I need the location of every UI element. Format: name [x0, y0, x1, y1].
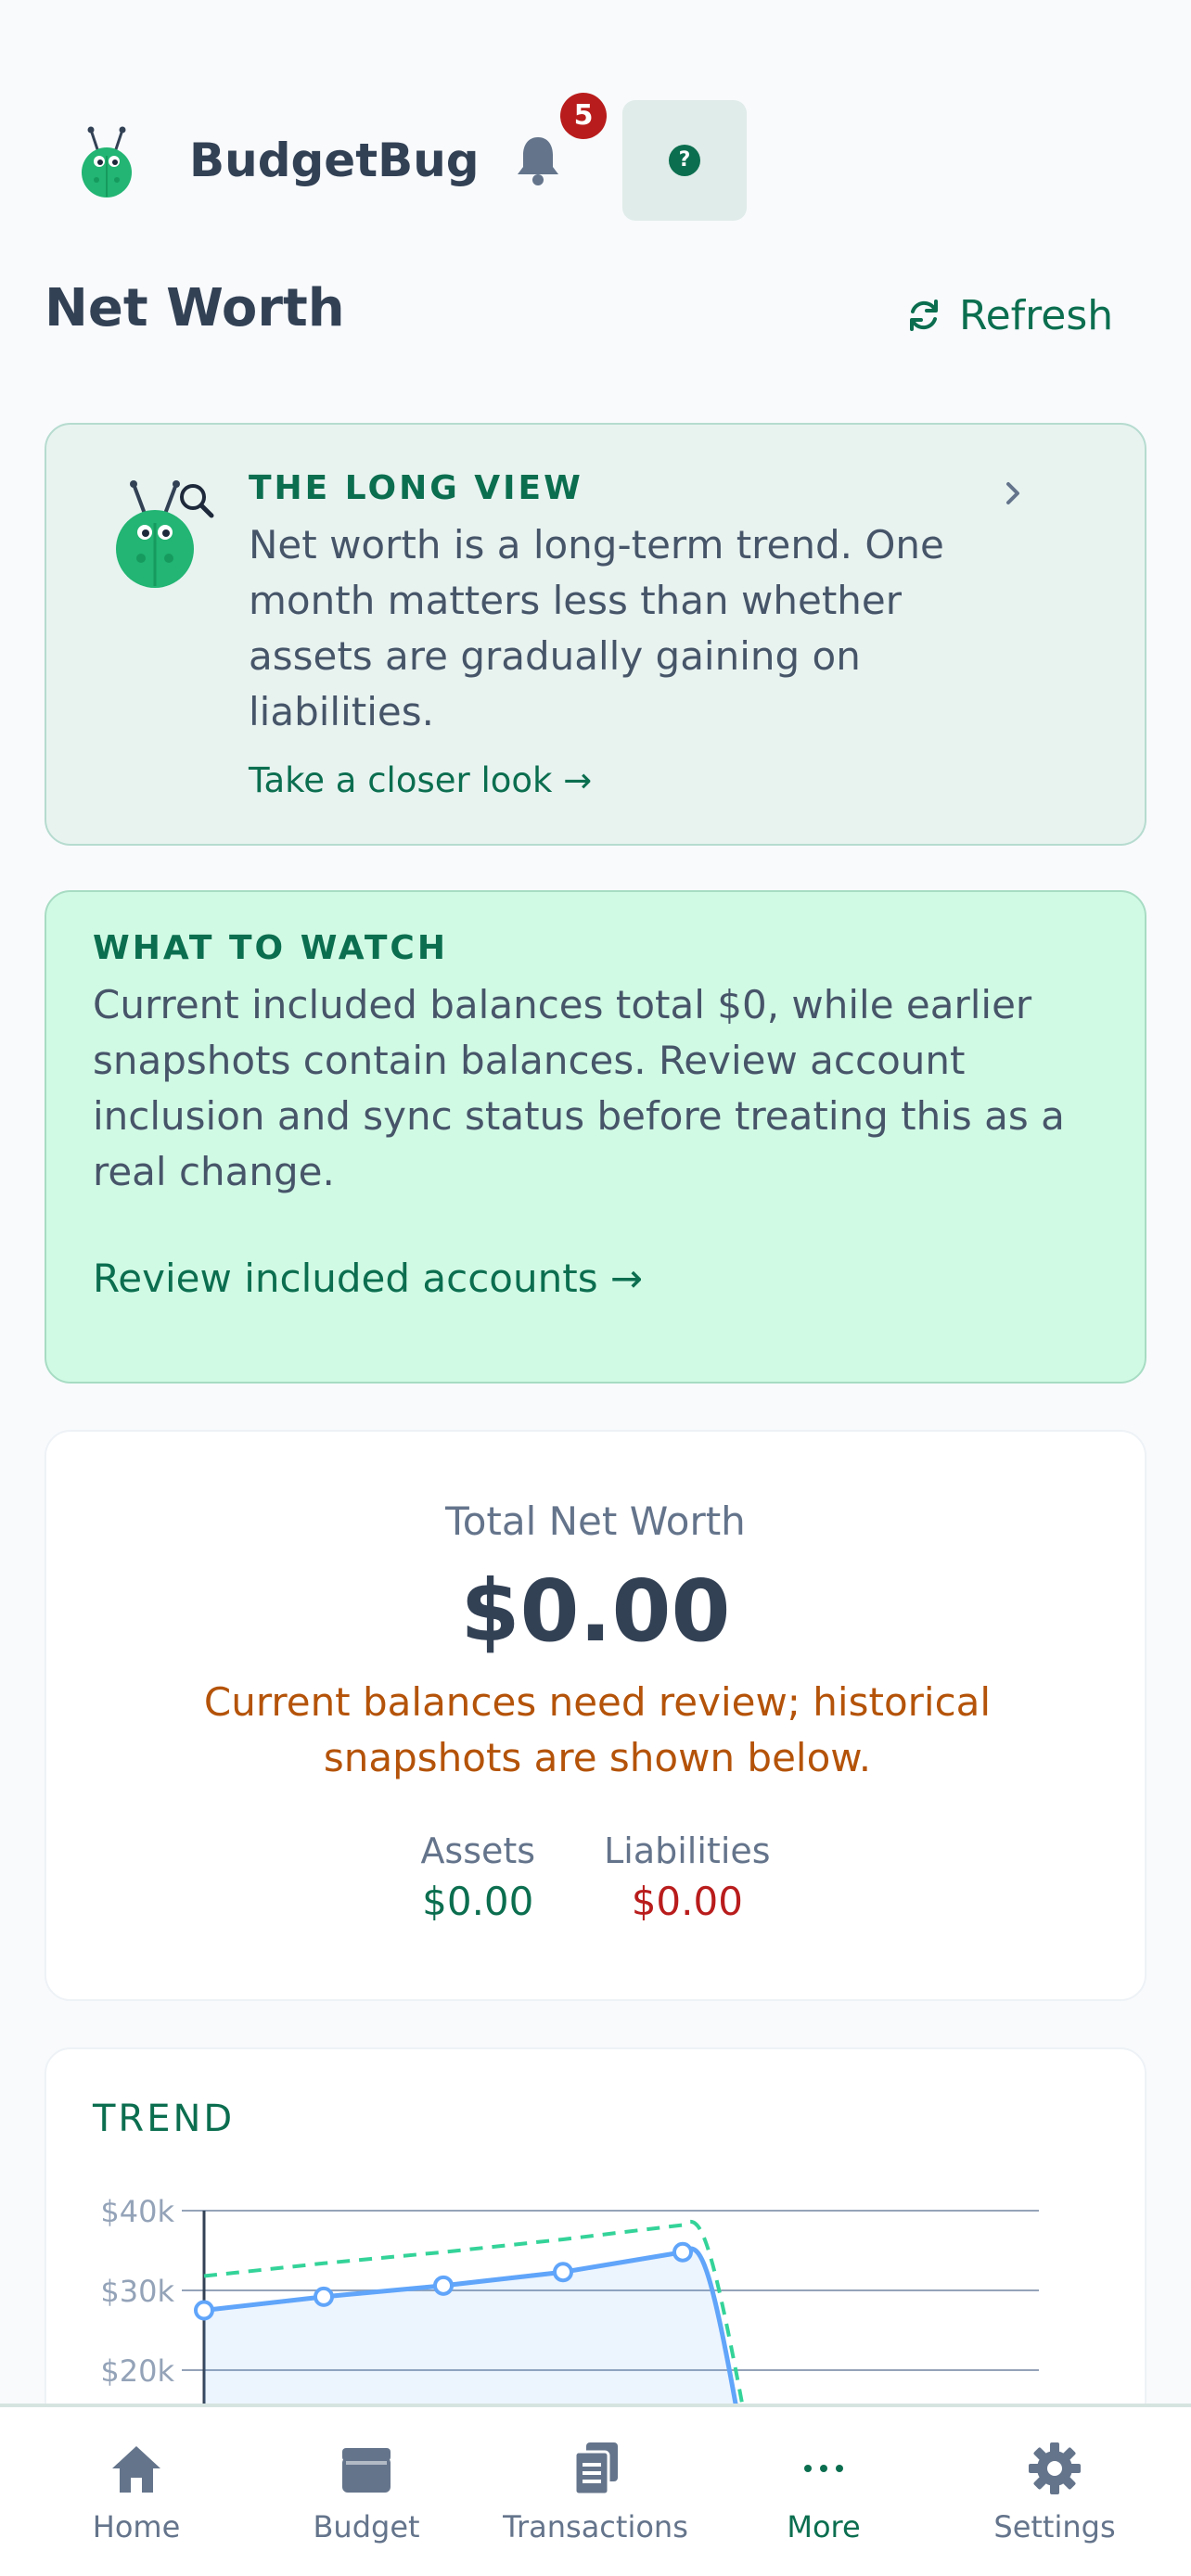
tab-budget-label: Budget [313, 2509, 420, 2544]
bug-logo-icon [82, 126, 132, 198]
page-title: Net Worth [45, 278, 345, 338]
chevron-right-icon[interactable] [1000, 475, 1028, 512]
net-worth-summary-card: Total Net Worth $0.00 Current balances n… [45, 1430, 1146, 2001]
bug-magnifier-icon [116, 480, 214, 588]
assets-liabilities-split: Assets $0.00 Liabilities $0.00 [46, 1830, 1145, 1924]
assets-label: Assets [420, 1830, 536, 1871]
app-name: BudgetBug [189, 134, 480, 187]
total-net-worth-label: Total Net Worth [445, 1498, 746, 1544]
long-view-eyebrow: THE LONG VIEW [249, 469, 583, 507]
take-closer-look-link[interactable]: Take a closer look → [249, 760, 592, 800]
total-net-worth-value: $0.00 [460, 1562, 731, 1661]
tab-more[interactable]: More [712, 2407, 935, 2576]
balance-warning-text: Current balances need review; historical… [203, 1679, 992, 1780]
what-to-watch-body: Current included balances total $0, whil… [93, 982, 1065, 1194]
trend-point [314, 2286, 334, 2307]
tab-settings[interactable]: Settings [943, 2407, 1166, 2576]
gear-icon [1029, 2442, 1081, 2494]
tab-home[interactable]: Home [25, 2407, 248, 2576]
refresh-label: Refresh [959, 291, 1114, 339]
notification-badge: 5 [560, 93, 607, 139]
tab-transactions-label: Transactions [503, 2509, 688, 2544]
assets-value: $0.00 [422, 1879, 534, 1924]
tab-more-label: More [787, 2509, 861, 2544]
trend-point [672, 2241, 693, 2263]
tab-home-label: Home [92, 2509, 181, 2544]
tab-budget[interactable]: Budget [255, 2407, 478, 2576]
liabilities-label: Liabilities [604, 1830, 771, 1871]
app-header: BudgetBug 5 ? [0, 93, 1191, 230]
trend-point [194, 2300, 214, 2321]
what-to-watch-eyebrow: WHAT TO WATCH [93, 929, 448, 967]
wallet-icon [342, 2448, 391, 2493]
refresh-icon [910, 300, 938, 331]
help-icon: ? [669, 145, 700, 176]
long-view-card[interactable]: THE LONG VIEW Net worth is a long-term t… [45, 423, 1146, 846]
review-accounts-link[interactable]: Review included accounts → [93, 1256, 643, 1301]
trend-point [553, 2262, 573, 2283]
liabilities-value: $0.00 [631, 1879, 743, 1924]
assets-column: Assets $0.00 [420, 1830, 535, 1924]
refresh-button[interactable]: Refresh [905, 287, 1113, 343]
long-view-body: Net worth is a long-term trend. One mont… [249, 522, 944, 734]
help-button[interactable]: ? [622, 100, 747, 221]
trend-point [433, 2275, 454, 2296]
y-tick-label: $20k [100, 2353, 174, 2389]
what-to-watch-card: WHAT TO WATCH Current included balances … [45, 890, 1146, 1384]
liabilities-column: Liabilities $0.00 [604, 1830, 770, 1924]
bottom-tab-bar: Home Budget Transactions More Settings [0, 2404, 1191, 2576]
y-tick-label: $40k [100, 2194, 174, 2229]
bell-icon[interactable] [512, 132, 564, 187]
home-icon [112, 2446, 160, 2493]
tab-transactions[interactable]: Transactions [484, 2407, 707, 2576]
receipt-icon [573, 2442, 618, 2496]
tab-settings-label: Settings [993, 2509, 1116, 2544]
more-icon [804, 2465, 843, 2472]
y-tick-label: $30k [100, 2274, 174, 2309]
